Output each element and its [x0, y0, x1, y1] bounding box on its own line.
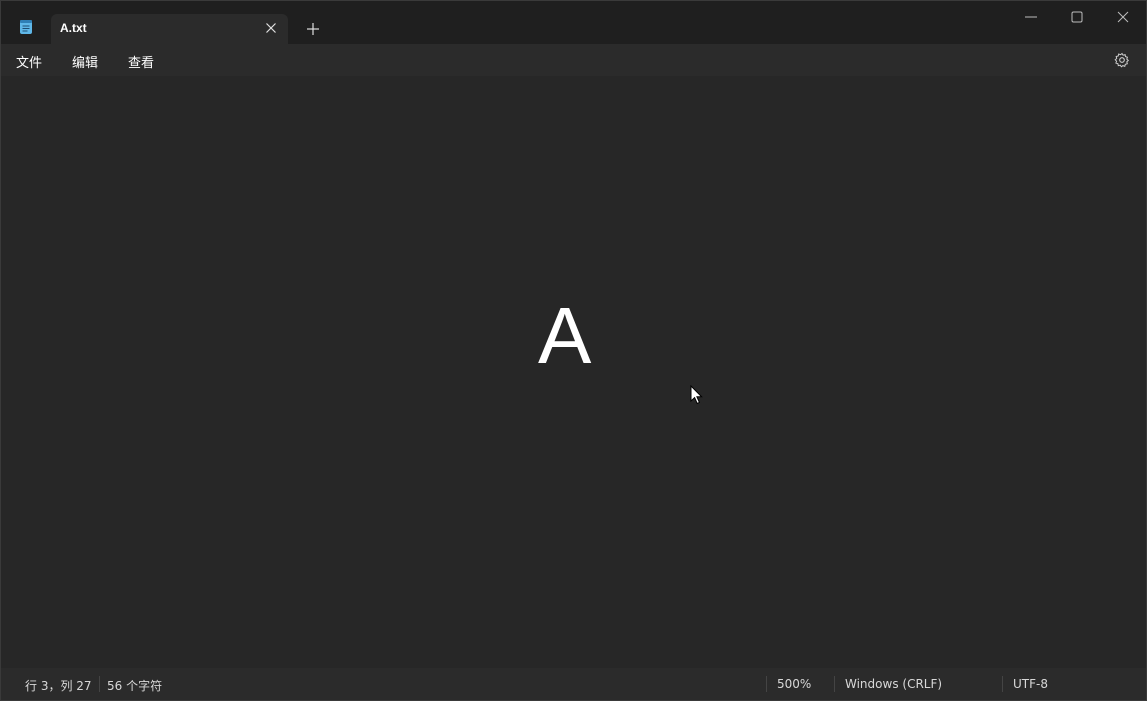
character-count: 56 个字符 [107, 679, 163, 693]
gear-icon[interactable] [1114, 52, 1130, 68]
maximize-icon[interactable] [1069, 9, 1085, 25]
menu-view[interactable]: 查看 [128, 52, 154, 71]
status-divider [766, 676, 767, 692]
minimize-icon[interactable] [1023, 9, 1039, 25]
tab-title: A.txt [60, 21, 87, 35]
status-divider [1002, 676, 1003, 692]
plus-icon[interactable] [305, 21, 321, 37]
menu-edit[interactable]: 编辑 [72, 52, 98, 71]
zoom-level[interactable]: 500% [777, 677, 811, 691]
menu-file[interactable]: 文件 [16, 52, 42, 71]
title-bar: A.txt [1, 1, 1146, 44]
cursor-position: 行 3，列 27 [25, 679, 92, 693]
status-divider [99, 676, 100, 692]
close-icon[interactable] [1115, 9, 1131, 25]
editor-content[interactable]: A [538, 296, 591, 376]
status-divider [834, 676, 835, 692]
close-icon[interactable] [264, 21, 278, 35]
tab-a-txt[interactable]: A.txt [51, 14, 288, 44]
line-ending[interactable]: Windows (CRLF) [845, 677, 942, 691]
mouse-cursor-icon [690, 385, 703, 405]
encoding[interactable]: UTF-8 [1013, 677, 1048, 691]
notepad-window: A.txt 文件 编辑 查看 A 行 3，列 27 56 个字符 500% Wi… [0, 0, 1147, 701]
text-editor[interactable]: A [1, 76, 1146, 668]
notepad-icon [20, 20, 32, 34]
status-bar: 行 3，列 27 56 个字符 500% Windows (CRLF) UTF-… [1, 668, 1146, 700]
menu-bar: 文件 编辑 查看 [1, 44, 1146, 76]
